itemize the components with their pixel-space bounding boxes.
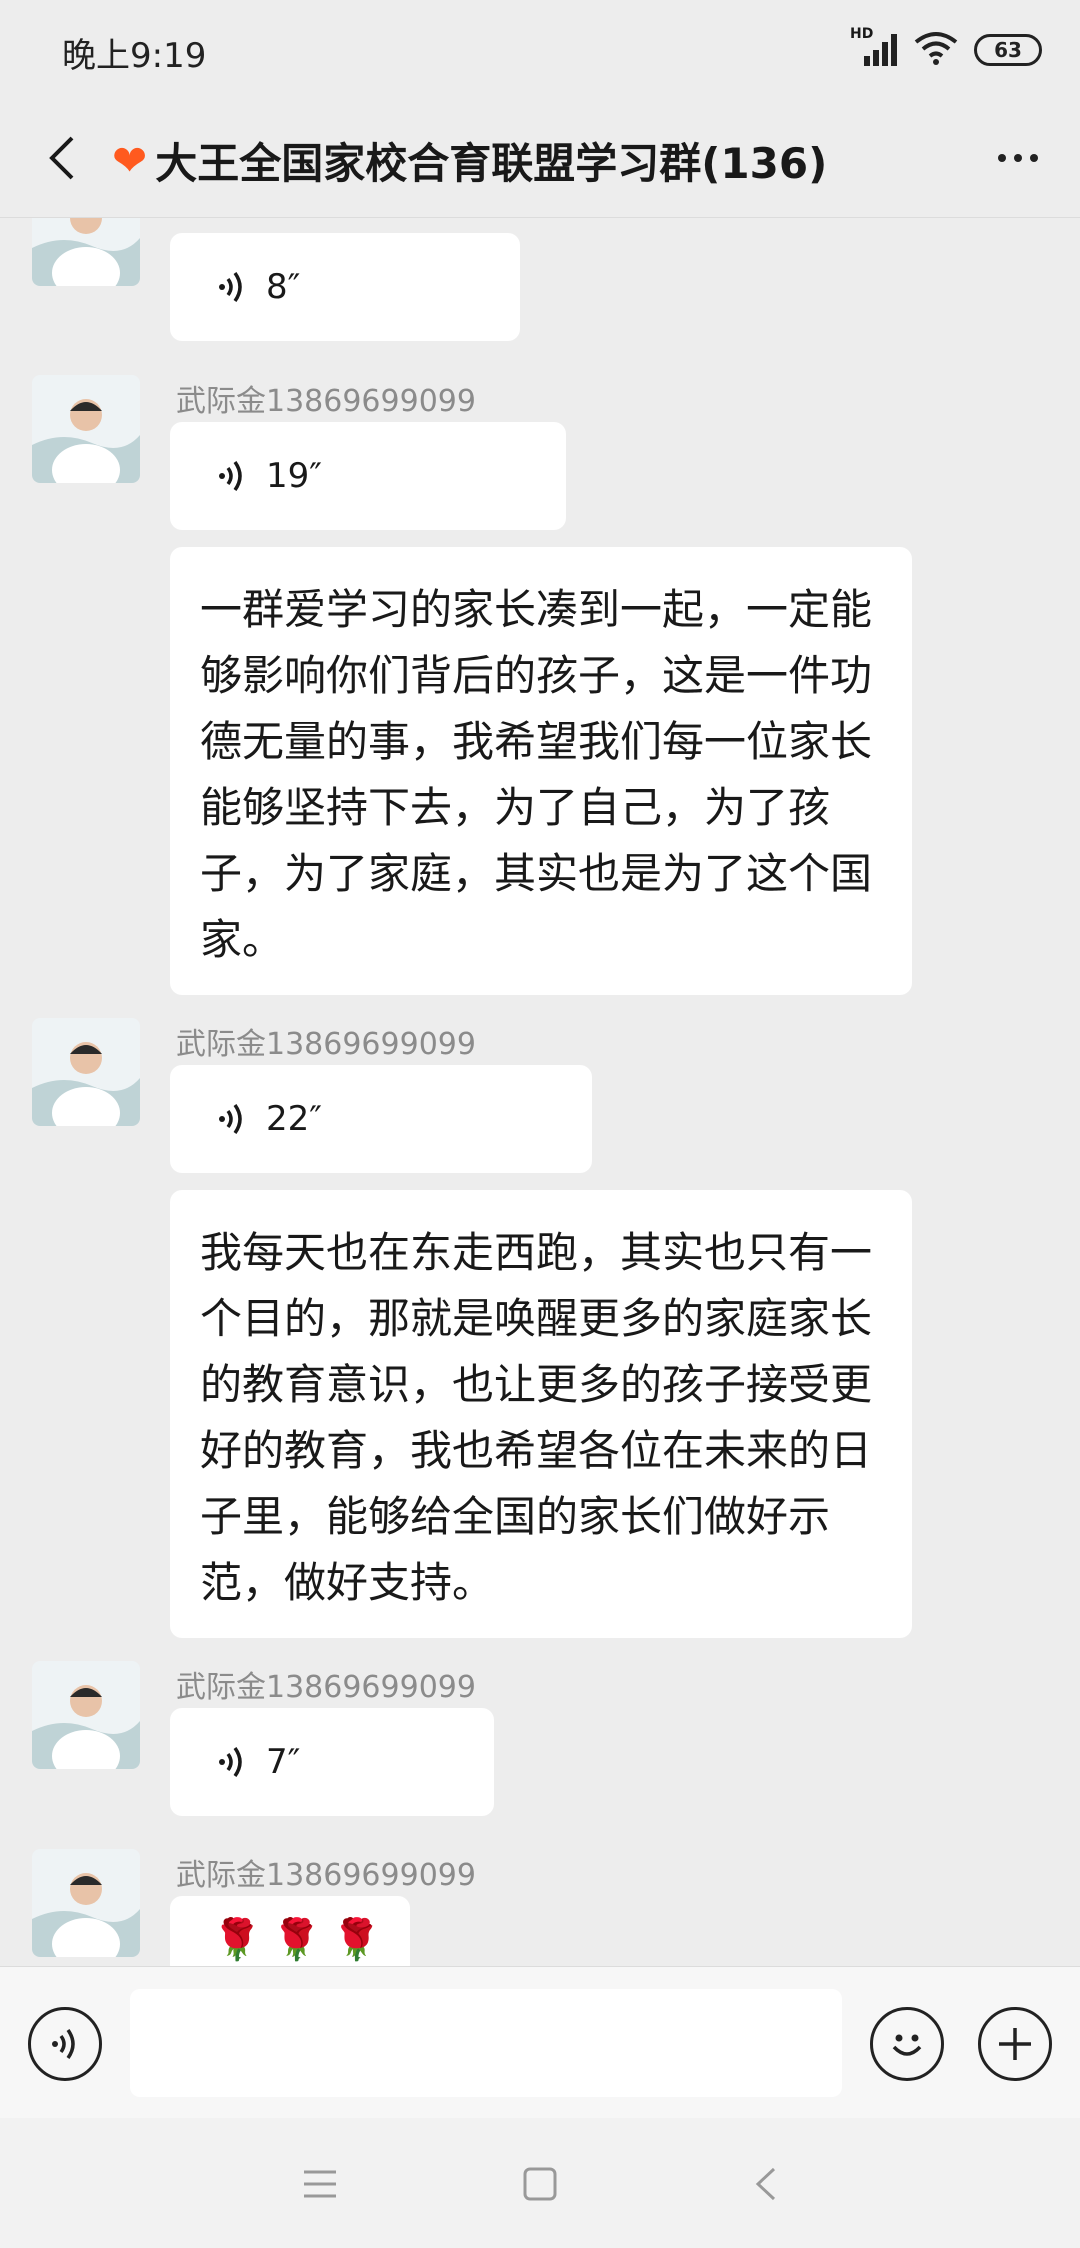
status-bar: 晚上9:19 HD 63 xyxy=(0,0,1080,100)
voice-duration: 8″ xyxy=(266,267,301,307)
chat-title: ❤ 大王全国家校合育联盟学习群(136) xyxy=(112,130,912,191)
voice-input-toggle[interactable] xyxy=(28,2007,102,2081)
plus-icon xyxy=(999,2028,1031,2060)
voice-message[interactable]: 7″ xyxy=(170,1708,494,1816)
emoji-message[interactable]: 🌹🌹🌹 xyxy=(170,1896,410,1966)
back-triangle-icon xyxy=(755,2167,776,2201)
status-time: 晚上9:19 xyxy=(62,36,207,76)
voice-message[interactable]: 19″ xyxy=(170,422,566,530)
battery-indicator: 63 xyxy=(974,34,1042,66)
back-button[interactable] xyxy=(30,126,94,190)
input-bar xyxy=(0,1966,1080,2118)
message-input[interactable] xyxy=(130,1989,842,2097)
avatar[interactable] xyxy=(32,375,140,483)
voice-duration: 7″ xyxy=(266,1742,301,1782)
sender-name[interactable]: 武际金13869699099 xyxy=(176,1019,476,1063)
sender-name[interactable]: 武际金13869699099 xyxy=(176,376,476,420)
more-options-button[interactable] xyxy=(986,126,1050,190)
smiley-icon xyxy=(892,2034,922,2056)
voice-wave-icon xyxy=(219,460,242,492)
voice-duration: 19″ xyxy=(266,456,322,496)
more-dots-icon xyxy=(998,154,1006,162)
text-message[interactable]: 我每天也在东走西跑，其实也只有一个目的，那就是唤醒更多的家庭家长的教育意识，也让… xyxy=(170,1190,912,1638)
emoji-button[interactable] xyxy=(870,2007,944,2081)
voice-wave-icon xyxy=(219,1103,242,1135)
heart-icon: ❤ xyxy=(112,136,148,185)
message-text: 我每天也在东走西跑，其实也只有一个目的，那就是唤醒更多的家庭家长的教育意识，也让… xyxy=(200,1228,873,1607)
message-text: 一群爱学习的家长凑到一起，一定能够影响你们背后的孩子，这是一件功德无量的事，我希… xyxy=(200,585,873,964)
chat-header: ❤ 大王全国家校合育联盟学习群(136) xyxy=(0,100,1080,218)
voice-wave-icon xyxy=(219,271,242,303)
menu-icon xyxy=(304,2170,336,2198)
system-navigation-bar xyxy=(0,2118,1080,2248)
system-back-button[interactable] xyxy=(736,2154,796,2214)
avatar[interactable] xyxy=(32,1661,140,1769)
status-icons: HD 63 xyxy=(850,26,1042,72)
avatar[interactable] xyxy=(32,218,140,286)
home-square-icon xyxy=(523,2167,557,2201)
text-message[interactable]: 一群爱学习的家长凑到一起，一定能够影响你们背后的孩子，这是一件功德无量的事，我希… xyxy=(170,547,912,995)
sender-name[interactable]: 武际金13869699099 xyxy=(176,1662,476,1706)
more-functions-button[interactable] xyxy=(978,2007,1052,2081)
wifi-icon xyxy=(914,30,958,70)
voice-wave-icon xyxy=(219,1746,242,1778)
voice-message[interactable]: 22″ xyxy=(170,1065,592,1173)
chevron-left-icon xyxy=(49,136,74,180)
rose-emoji-text: 🌹🌹🌹 xyxy=(212,1917,392,1963)
avatar[interactable] xyxy=(32,1849,140,1957)
menu-button[interactable] xyxy=(290,2154,350,2214)
voice-message[interactable]: 8″ xyxy=(170,233,520,341)
message-list[interactable]: 8″ 武际金13869699099 19″ 一群爱学习的家长凑到一起，一定能够影… xyxy=(0,218,1080,1966)
voice-duration: 22″ xyxy=(266,1099,322,1139)
chat-title-text: 大王全国家校合育联盟学习群(136) xyxy=(155,139,828,188)
sender-name[interactable]: 武际金13869699099 xyxy=(176,1850,476,1894)
voice-wave-icon xyxy=(52,2028,75,2060)
signal-icon: HD xyxy=(850,26,898,70)
home-button[interactable] xyxy=(510,2154,570,2214)
avatar[interactable] xyxy=(32,1018,140,1126)
